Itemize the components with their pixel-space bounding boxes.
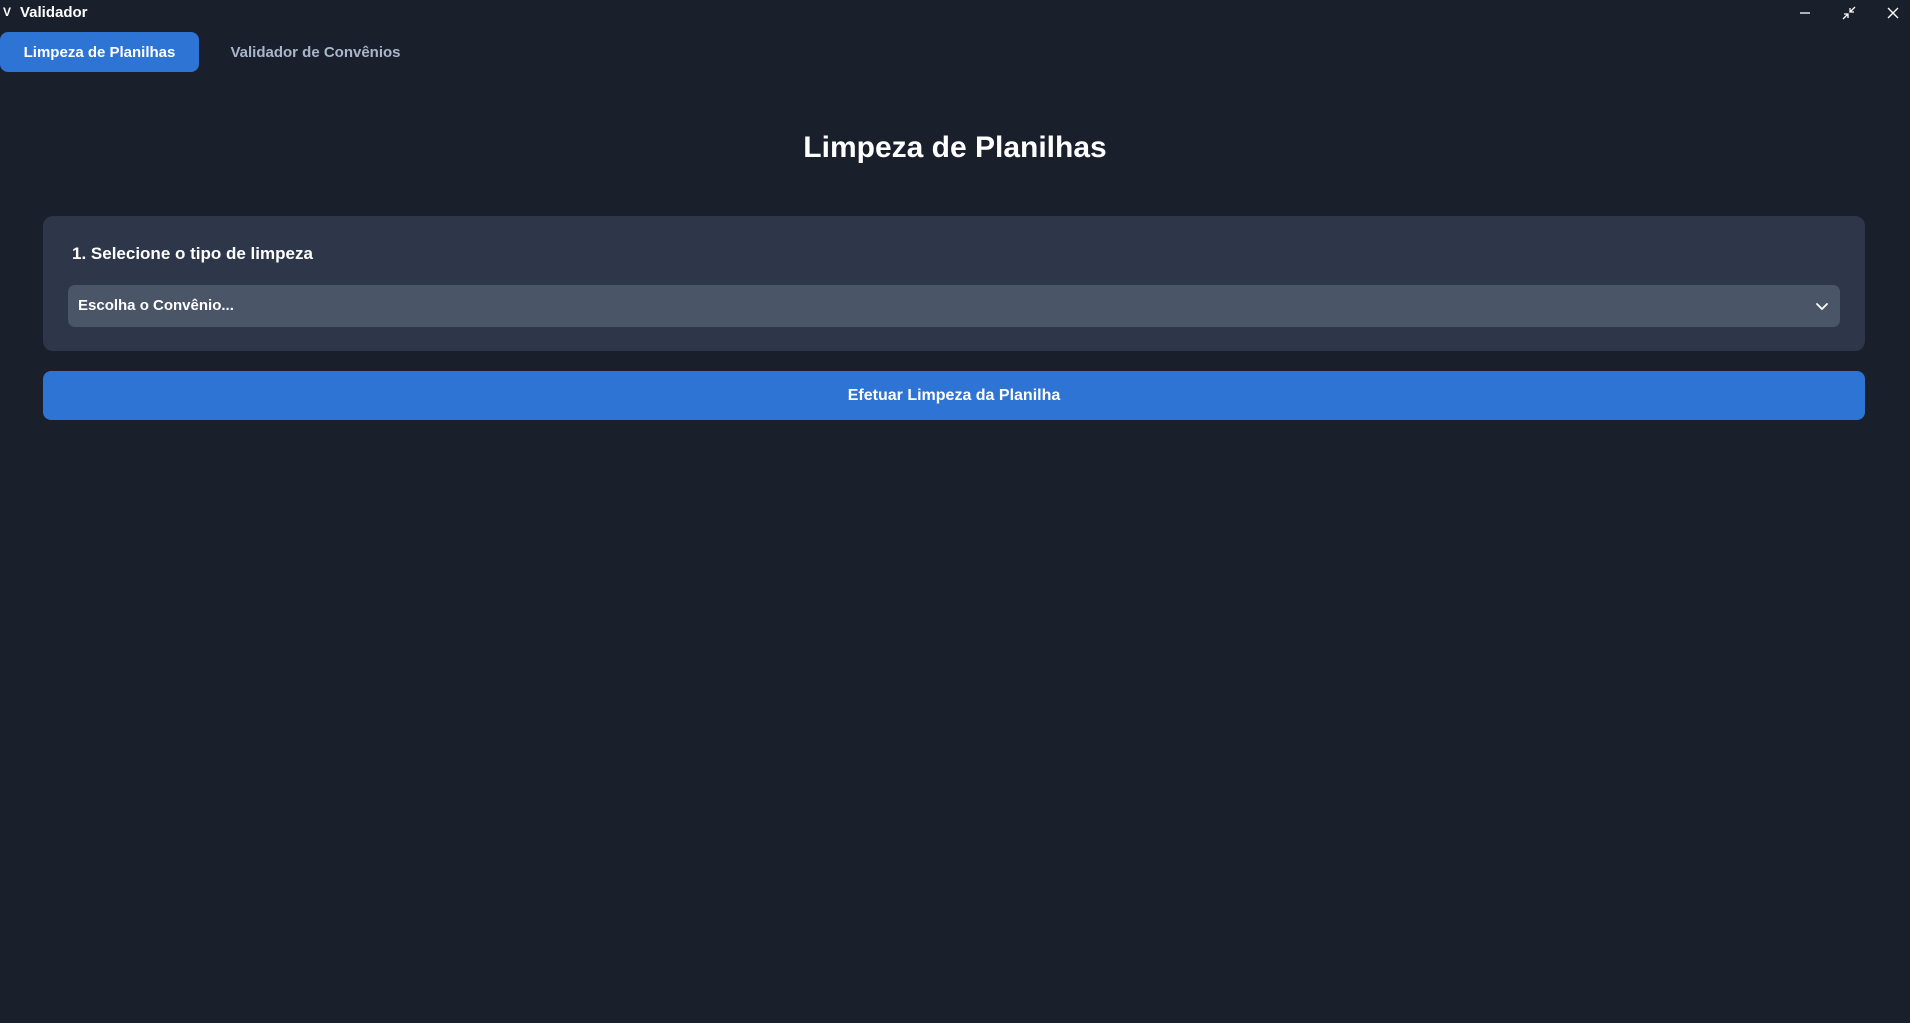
- step-heading: 1. Selecione o tipo de limpeza: [72, 244, 313, 263]
- page-title: Limpeza de Planilhas: [803, 131, 1107, 164]
- step-card: 1. Selecione o tipo de limpeza Escolha o…: [43, 216, 1865, 351]
- select-value: Escolha o Convênio...: [78, 297, 234, 314]
- window-title: Validador: [20, 4, 88, 21]
- convenio-select[interactable]: Escolha o Convênio...: [68, 285, 1840, 327]
- tab-limpeza-de-planilhas[interactable]: Limpeza de Planilhas: [0, 32, 199, 72]
- app-logo: V: [3, 5, 12, 19]
- restore-icon: [1842, 6, 1856, 20]
- minimize-icon: [1800, 12, 1810, 14]
- clean-spreadsheet-button[interactable]: Efetuar Limpeza da Planilha: [43, 371, 1865, 420]
- close-button[interactable]: [1875, 0, 1910, 26]
- restore-button[interactable]: [1831, 0, 1867, 26]
- tab-validador-de-convenios[interactable]: Validador de Convênios: [214, 32, 417, 72]
- title-bar: V Validador: [0, 0, 1910, 26]
- chevron-down-icon: [1816, 303, 1828, 310]
- minimize-button[interactable]: [1787, 0, 1823, 26]
- close-icon: [1887, 7, 1899, 19]
